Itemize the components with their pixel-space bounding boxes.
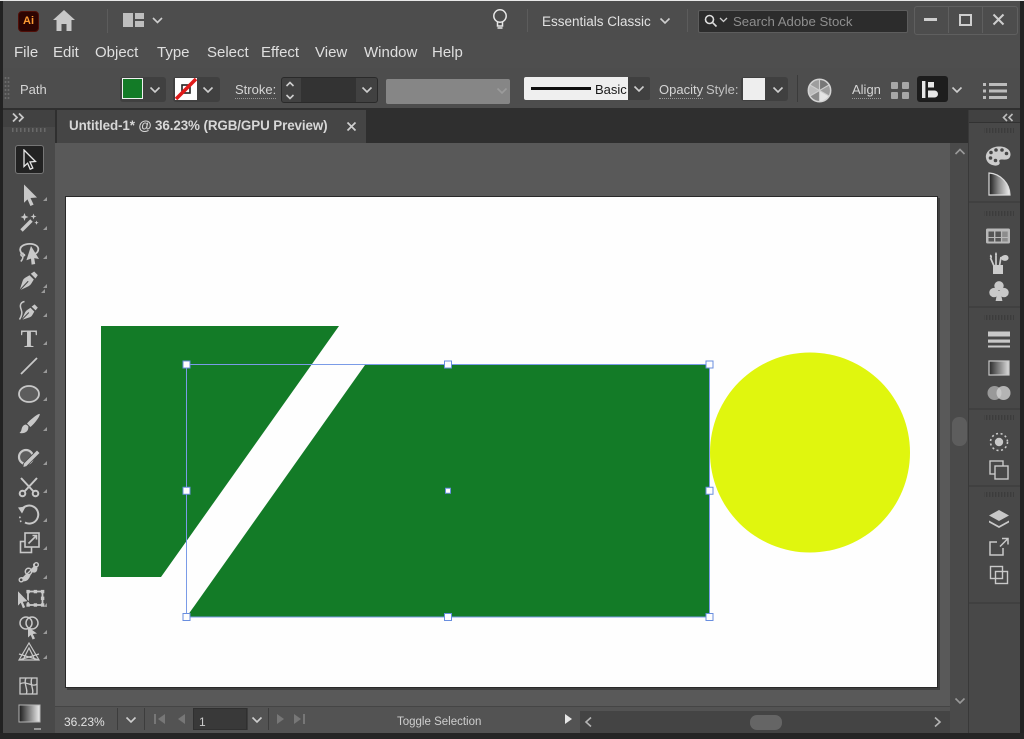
- svg-text:T: T: [21, 326, 38, 353]
